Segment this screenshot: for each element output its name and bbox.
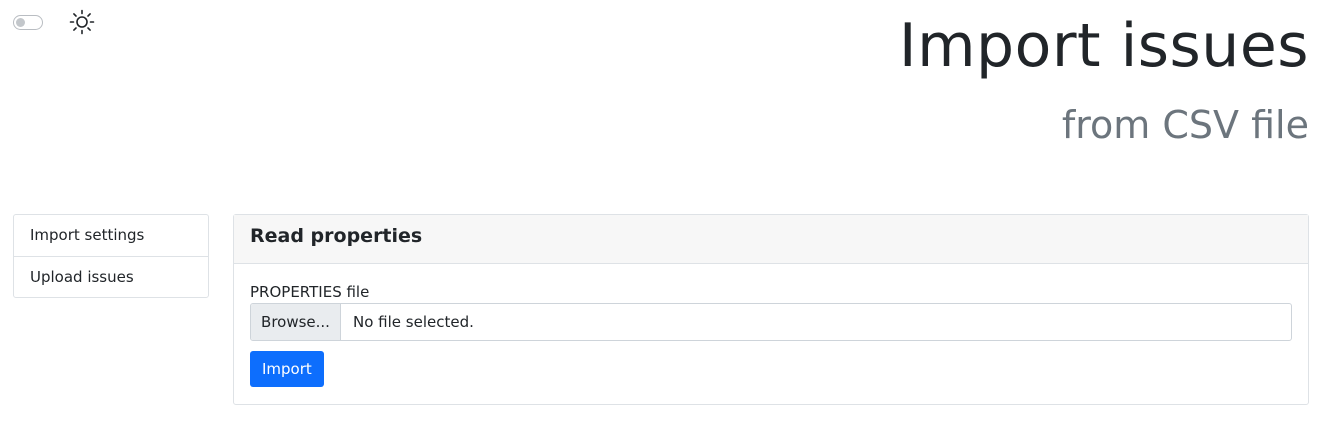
sidebar-item-upload-issues[interactable]: Upload issues	[14, 256, 208, 297]
browse-button[interactable]: Browse...	[251, 304, 341, 340]
properties-file-input[interactable]: Browse... No file selected.	[250, 303, 1292, 341]
page-subtitle: from CSV file	[1061, 103, 1309, 147]
settings-sidebar: Import settings Upload issues	[13, 214, 209, 298]
sidebar-item-import-settings[interactable]: Import settings	[14, 215, 208, 256]
sun-icon[interactable]	[68, 8, 96, 36]
theme-toggle-switch[interactable]	[13, 14, 43, 30]
file-status-text: No file selected.	[353, 313, 474, 331]
top-toolbar	[13, 8, 96, 36]
import-button[interactable]: Import	[250, 351, 324, 387]
properties-file-label: PROPERTIES file	[250, 283, 370, 301]
toggle-knob	[16, 17, 25, 27]
read-properties-card: Read properties PROPERTIES file Browse..…	[233, 214, 1309, 405]
page-title: Import issues	[898, 11, 1309, 81]
card-title: Read properties	[234, 215, 1308, 264]
card-body: PROPERTIES file Browse... No file select…	[234, 264, 1308, 387]
